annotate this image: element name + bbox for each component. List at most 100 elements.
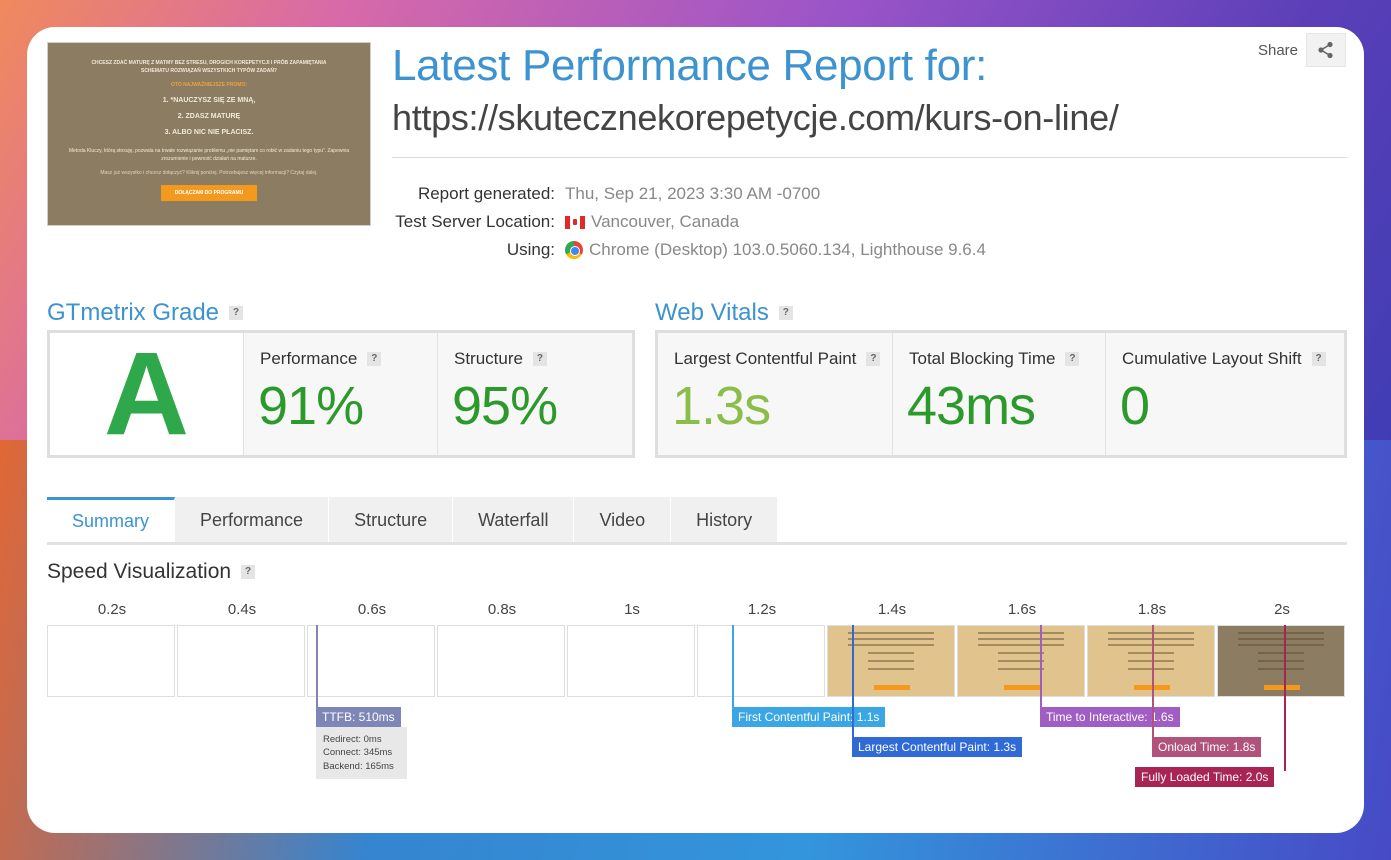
structure-label: Structure (454, 349, 523, 368)
meta-label: Report generated: (417, 184, 555, 203)
report-title: Latest Performance Report for: (392, 41, 988, 90)
connect-time: Connect: 345ms (323, 747, 393, 759)
help-icon[interactable]: ? (778, 306, 793, 320)
filmstrip-frame[interactable] (697, 625, 825, 697)
canada-flag-icon (565, 215, 585, 229)
frame-text-line (1258, 652, 1304, 654)
help-icon[interactable]: ? (1311, 352, 1326, 366)
meta-row-generated: Report generated: Thu, Sep 21, 2023 3:30… (357, 180, 986, 208)
thumbnail-body: Metoda Kluczy, którą stosuję, pozwala na… (68, 148, 350, 163)
lcp-marker: Largest Contentful Paint: 1.3s (852, 737, 1023, 757)
meta-row-using: Using: Chrome (Desktop) 103.0.5060.134, … (357, 236, 986, 264)
timeline-label: 0.6s (357, 601, 387, 618)
frame-text-line (1238, 632, 1324, 634)
timeline-labels: 0.2s 0.4s 0.6s 0.8s 1s 1.2s 1.4s 1.6s 1.8s 2s (47, 601, 1347, 618)
meta-label: Test Server Location: (395, 212, 555, 231)
tabs-divider (47, 542, 1347, 545)
help-icon[interactable]: ? (532, 352, 547, 366)
help-icon[interactable]: ? (1065, 352, 1080, 366)
share-button[interactable] (1306, 33, 1346, 67)
performance-cell: Performance? 91% (244, 333, 438, 455)
grade-cell: A (50, 333, 244, 455)
filmstrip (47, 625, 1345, 697)
meta-value: Thu, Sep 21, 2023 3:30 AM -0700 (565, 184, 821, 203)
frame-text-line (978, 632, 1064, 634)
performance-label: Performance (260, 349, 358, 368)
filmstrip-frame[interactable] (177, 625, 305, 697)
frame-text-line (1238, 638, 1324, 640)
help-icon[interactable]: ? (367, 352, 382, 366)
frame-text-line (1128, 668, 1174, 670)
tab-performance[interactable]: Performance (175, 497, 330, 545)
share-control[interactable]: Share (1258, 33, 1346, 67)
report-card: CHCESZ ZDAĆ MATURĘ Z MATMY BEZ STRESU, D… (27, 27, 1364, 833)
lcp-label: Largest Contentful Paint (674, 349, 857, 368)
help-icon[interactable]: ? (229, 306, 244, 320)
filmstrip-frame[interactable] (567, 625, 695, 697)
frame-button (874, 685, 910, 690)
web-vitals-heading: Web Vitals ? (655, 299, 793, 327)
thumbnail-cta-button: DOŁĄCZAM DO PROGRAMU (160, 185, 258, 202)
fcp-line (732, 625, 734, 711)
meta-label: Using: (506, 240, 555, 259)
lcp-line (852, 625, 854, 741)
filmstrip-frame[interactable] (307, 625, 435, 697)
frame-text-line (868, 652, 914, 654)
frame-text-line (998, 660, 1044, 662)
share-icon (1318, 41, 1333, 59)
filmstrip-frame[interactable] (437, 625, 565, 697)
tab-history[interactable]: History (671, 497, 779, 545)
frame-text-line (1128, 660, 1174, 662)
filmstrip-frame[interactable] (1087, 625, 1215, 697)
lcp-value: 1.3s (672, 376, 771, 436)
timeline-label: 0.4s (227, 601, 257, 618)
report-tabs: Summary Performance Structure Waterfall … (47, 497, 779, 545)
lcp-cell: Largest Contentful Paint? 1.3s (658, 333, 893, 455)
frame-text-line (978, 644, 1064, 646)
ttfb-marker: TTFB: 510ms (316, 707, 401, 727)
frame-text-line (1108, 644, 1194, 646)
frame-button (1264, 685, 1300, 690)
section-title: GTmetrix Grade (47, 299, 220, 326)
frame-text-line (868, 660, 914, 662)
fully-loaded-marker: Fully Loaded Time: 2.0s (1135, 767, 1275, 787)
frame-text-line (998, 652, 1044, 654)
fully-loaded-line (1284, 625, 1286, 771)
onload-line (1152, 625, 1154, 741)
cls-value: 0 (1120, 376, 1150, 436)
tab-summary[interactable]: Summary (47, 497, 176, 545)
filmstrip-frame[interactable] (957, 625, 1085, 697)
redirect-time: Redirect: 0ms (323, 734, 382, 745)
share-label: Share (1257, 41, 1298, 59)
web-vitals-panel: Largest Contentful Paint? 1.3s Total Blo… (655, 330, 1347, 458)
tab-video[interactable]: Video (574, 497, 672, 545)
tab-structure[interactable]: Structure (329, 497, 454, 545)
frame-text-line (998, 668, 1044, 670)
section-title: Speed Visualization (47, 560, 232, 583)
chrome-icon (565, 241, 583, 259)
timeline-label: 0.8s (487, 601, 517, 618)
structure-value: 95% (452, 376, 558, 436)
help-icon[interactable]: ? (866, 352, 881, 366)
frame-text-line (1108, 638, 1194, 640)
frame-text-line (1258, 660, 1304, 662)
filmstrip-frame[interactable] (827, 625, 955, 697)
section-title: Web Vitals (655, 299, 769, 326)
frame-text-line (868, 668, 914, 670)
filmstrip-frame[interactable] (1217, 625, 1345, 697)
timeline-label: 2s (1274, 601, 1290, 618)
gtmetrix-grade-heading: GTmetrix Grade ? (47, 299, 244, 327)
tab-waterfall[interactable]: Waterfall (453, 497, 575, 545)
fcp-marker: First Contentful Paint: 1.1s (732, 707, 886, 727)
meta-row-location: Test Server Location: Vancouver, Canada (357, 208, 986, 236)
onload-marker: Onload Time: 1.8s (1152, 737, 1262, 757)
timeline-label: 0.2s (97, 601, 127, 618)
filmstrip-frame[interactable] (47, 625, 175, 697)
page-screenshot-thumbnail[interactable]: CHCESZ ZDAĆ MATURĘ Z MATMY BEZ STRESU, D… (47, 42, 371, 226)
thumbnail-point: 2. ZDASZ MATURĘ (177, 113, 241, 121)
timeline-label: 1.8s (1137, 601, 1167, 618)
frame-text-line (848, 644, 934, 646)
help-icon[interactable]: ? (241, 565, 256, 579)
cls-cell: Cumulative Layout Shift? 0 (1106, 333, 1344, 455)
thumbnail-headline: CHCESZ ZDAĆ MATURĘ Z MATMY BEZ STRESU, D… (91, 60, 327, 74)
